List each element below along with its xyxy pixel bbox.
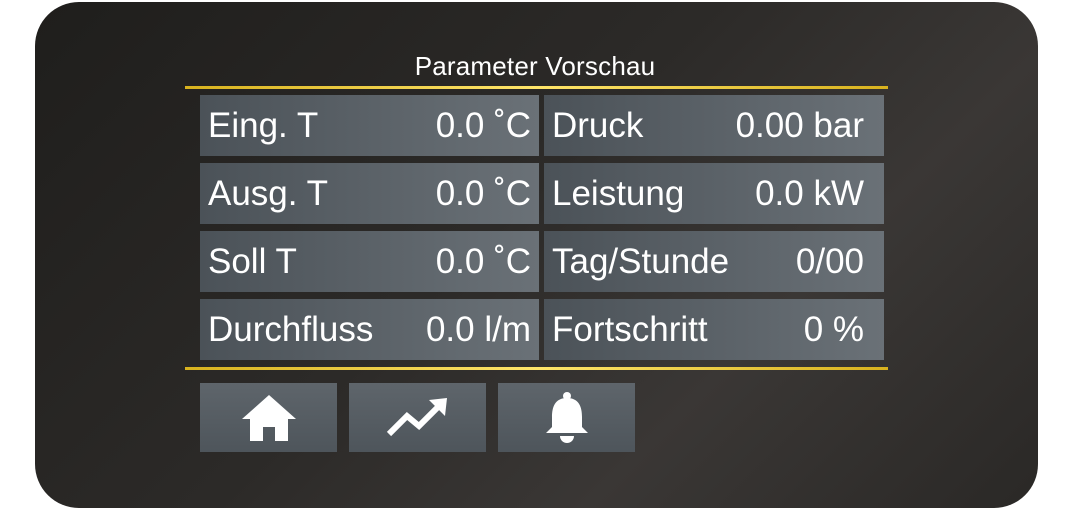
param-inlet-temp: Eing. T 0.0 ˚C bbox=[200, 95, 539, 156]
page-title: Parameter Vorschau bbox=[414, 51, 656, 81]
trend-icon bbox=[386, 397, 447, 436]
device-panel: Parameter Vorschau Eing. T 0.0 ˚C Druck … bbox=[35, 2, 1038, 508]
param-value: 0.0 ˚C bbox=[435, 105, 531, 145]
param-label: Soll T bbox=[208, 241, 297, 281]
param-setpoint-temp: Soll T 0.0 ˚C bbox=[200, 231, 539, 292]
param-pressure: Druck 0.00 bar bbox=[544, 95, 884, 156]
param-value: 0/00 bbox=[795, 241, 864, 281]
divider-bottom bbox=[185, 367, 888, 370]
alarm-button[interactable] bbox=[498, 383, 635, 452]
param-label: Tag/Stunde bbox=[552, 241, 730, 281]
param-label: Leistung bbox=[552, 173, 685, 213]
param-power: Leistung 0.0 kW bbox=[544, 163, 884, 224]
param-label: Durchfluss bbox=[208, 309, 374, 349]
bell-icon bbox=[545, 391, 588, 443]
param-value: 0.0 ˚C bbox=[435, 173, 531, 213]
param-day-hour: Tag/Stunde 0/00 bbox=[544, 231, 884, 292]
param-label: Ausg. T bbox=[208, 173, 328, 213]
param-value: 0.0 kW bbox=[755, 173, 864, 213]
home-icon bbox=[241, 394, 296, 441]
home-button[interactable] bbox=[200, 383, 337, 452]
param-label: Druck bbox=[552, 105, 644, 145]
param-value: 0.00 bar bbox=[735, 105, 864, 145]
trend-button[interactable] bbox=[349, 383, 486, 452]
param-flow-rate: Durchfluss 0.0 l/m bbox=[200, 299, 539, 360]
param-label: Eing. T bbox=[208, 105, 319, 145]
divider-top bbox=[185, 86, 888, 89]
param-progress: Fortschritt 0 % bbox=[544, 299, 884, 360]
param-value: 0 % bbox=[803, 309, 864, 349]
param-value: 0.0 ˚C bbox=[435, 241, 531, 281]
param-value: 0.0 l/m bbox=[425, 309, 531, 349]
param-label: Fortschritt bbox=[552, 309, 708, 349]
param-outlet-temp: Ausg. T 0.0 ˚C bbox=[200, 163, 539, 224]
parameter-grid: Eing. T 0.0 ˚C Druck 0.00 bar Ausg. T 0.… bbox=[200, 95, 884, 363]
